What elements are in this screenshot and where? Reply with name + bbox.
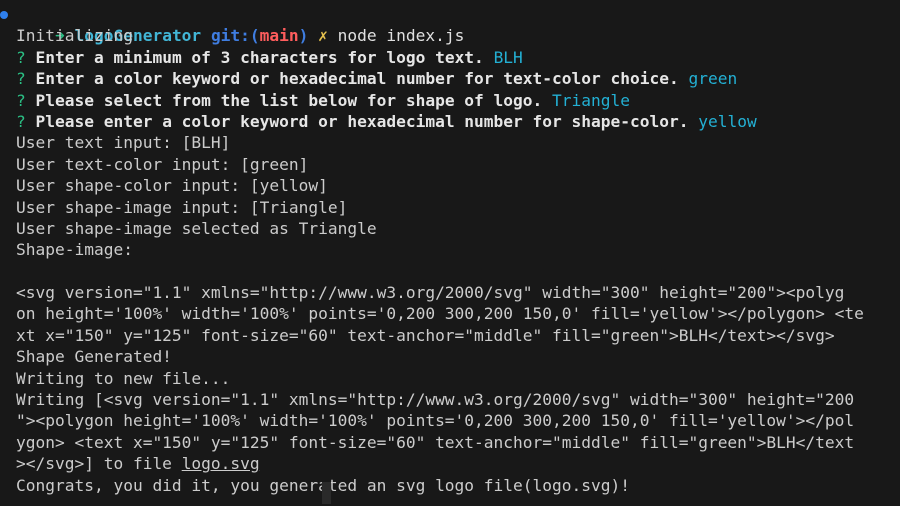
answer-text: Triangle xyxy=(552,90,630,110)
output-line: Shape Generated! xyxy=(16,347,172,367)
output-line: Shape-image: xyxy=(16,240,133,260)
text-cursor xyxy=(322,482,331,504)
question-line: ? Enter a minimum of 3 characters for lo… xyxy=(0,47,900,68)
question-text: Please enter a color keyword or hexadeci… xyxy=(35,111,689,131)
question-mark-icon: ? xyxy=(16,90,26,110)
svg-output-line: Writing [<svg version="1.1" xmlns="http:… xyxy=(16,390,855,410)
question-line: ? Please select from the list below for … xyxy=(0,90,900,111)
answer-text: green xyxy=(688,69,738,89)
output-text: ></svg>] to file xyxy=(16,454,182,474)
question-mark-icon: ? xyxy=(16,69,26,89)
output-line: Writing to new file... xyxy=(16,368,231,388)
output-line: User shape-image input: [Triangle] xyxy=(16,197,348,217)
question-mark-icon: ? xyxy=(16,47,26,67)
svg-output-line: xt x="150" y="125" font-size="60" text-a… xyxy=(16,325,835,345)
output-line: User text input: [BLH] xyxy=(16,133,231,153)
svg-output-line: <svg version="1.1" xmlns="http://www.w3.… xyxy=(16,283,845,303)
question-line: ? Please enter a color keyword or hexade… xyxy=(0,111,900,132)
file-link[interactable]: logo.svg xyxy=(182,454,260,473)
output-line: User shape-color input: [yellow] xyxy=(16,176,328,196)
question-text: Enter a color keyword or hexadecimal num… xyxy=(35,69,679,89)
question-text: Please select from the list below for sh… xyxy=(35,90,543,110)
status-dot-icon xyxy=(0,11,8,19)
terminal-window[interactable]: ➜ logoGenerator git:(main) ✗ node index.… xyxy=(0,0,900,506)
output-line: Initializing xyxy=(16,26,133,46)
output-line: ></svg>] to file logo.svg xyxy=(0,453,900,474)
svg-output-line: "><polygon height='100%' width='100%' po… xyxy=(16,411,855,431)
answer-text: BLH xyxy=(493,47,523,67)
prompt-line: ➜ logoGenerator git:(main) ✗ node index.… xyxy=(0,4,900,45)
question-line: ? Enter a color keyword or hexadecimal n… xyxy=(0,68,900,89)
output-line: Congrats, you did it, you generated an s… xyxy=(16,475,630,495)
question-text: Enter a minimum of 3 characters for logo… xyxy=(35,47,484,67)
answer-text: yellow xyxy=(698,111,757,131)
question-mark-icon: ? xyxy=(16,111,26,131)
svg-output-line: ygon> <text x="150" y="125" font-size="6… xyxy=(16,432,855,452)
output-line: User shape-image selected as Triangle xyxy=(16,218,377,238)
output-line: User text-color input: [green] xyxy=(16,154,309,174)
svg-output-line: on height='100%' width='100%' points='0,… xyxy=(16,304,864,324)
